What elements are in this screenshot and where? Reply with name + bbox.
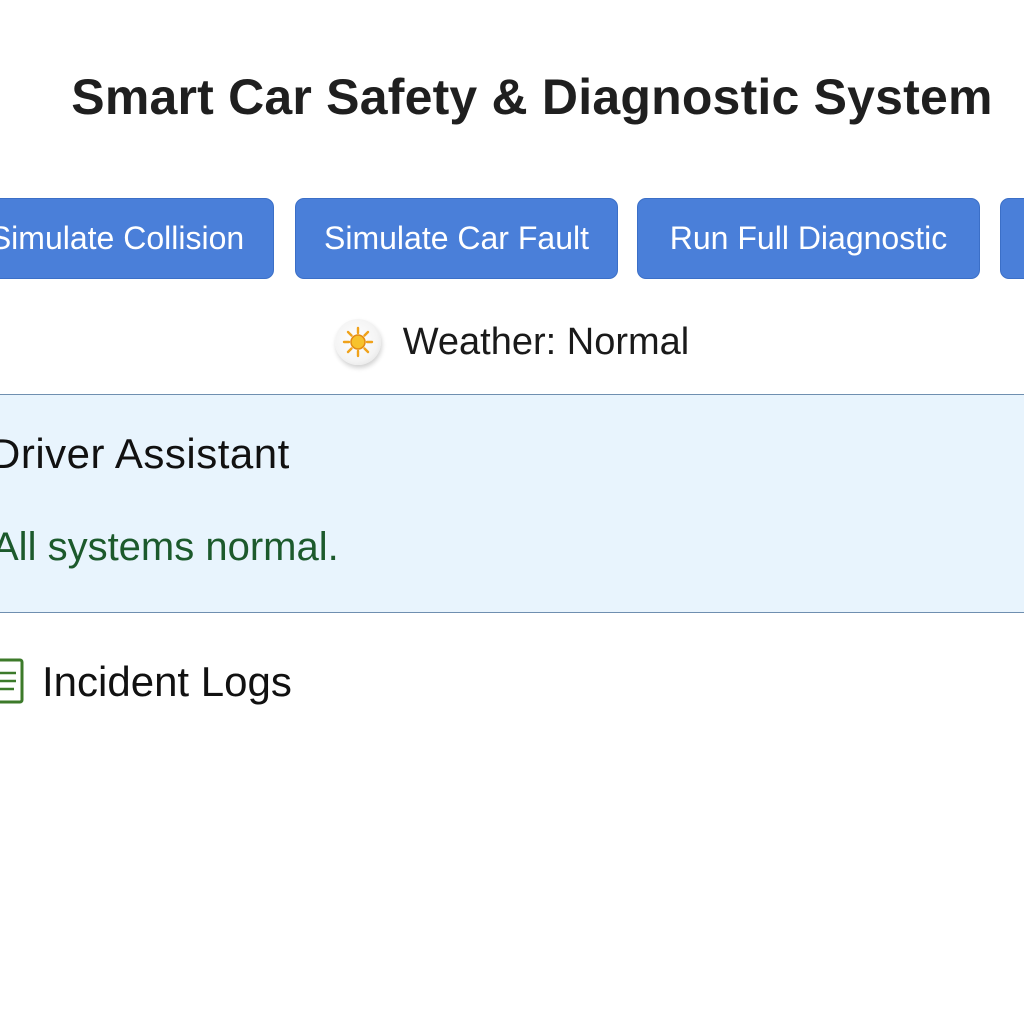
assistant-status-message: All systems normal. — [0, 525, 339, 569]
run-full-diagnostic-button[interactable]: Run Full Diagnostic — [637, 198, 980, 279]
page: Smart Car Safety & Diagnostic System Sim… — [0, 0, 1024, 1024]
weather-text: Weather: Normal — [402, 320, 690, 363]
extra-action-button[interactable] — [1000, 198, 1024, 279]
weather-status: Weather: Normal — [0, 312, 1024, 372]
simulate-car-fault-button[interactable]: Simulate Car Fault — [295, 198, 618, 279]
log-icon — [0, 657, 26, 707]
page-title: Smart Car Safety & Diagnostic System — [71, 69, 993, 125]
sun-icon — [334, 319, 381, 365]
driver-assistant-panel: Driver Assistant All systems normal. — [0, 394, 1024, 613]
driver-assistant-title: Driver Assistant — [0, 430, 290, 477]
incident-logs-header: Incident Logs — [0, 652, 292, 712]
simulate-collision-button[interactable]: Simulate Collision — [0, 198, 274, 279]
incident-logs-title: Incident Logs — [42, 658, 292, 705]
